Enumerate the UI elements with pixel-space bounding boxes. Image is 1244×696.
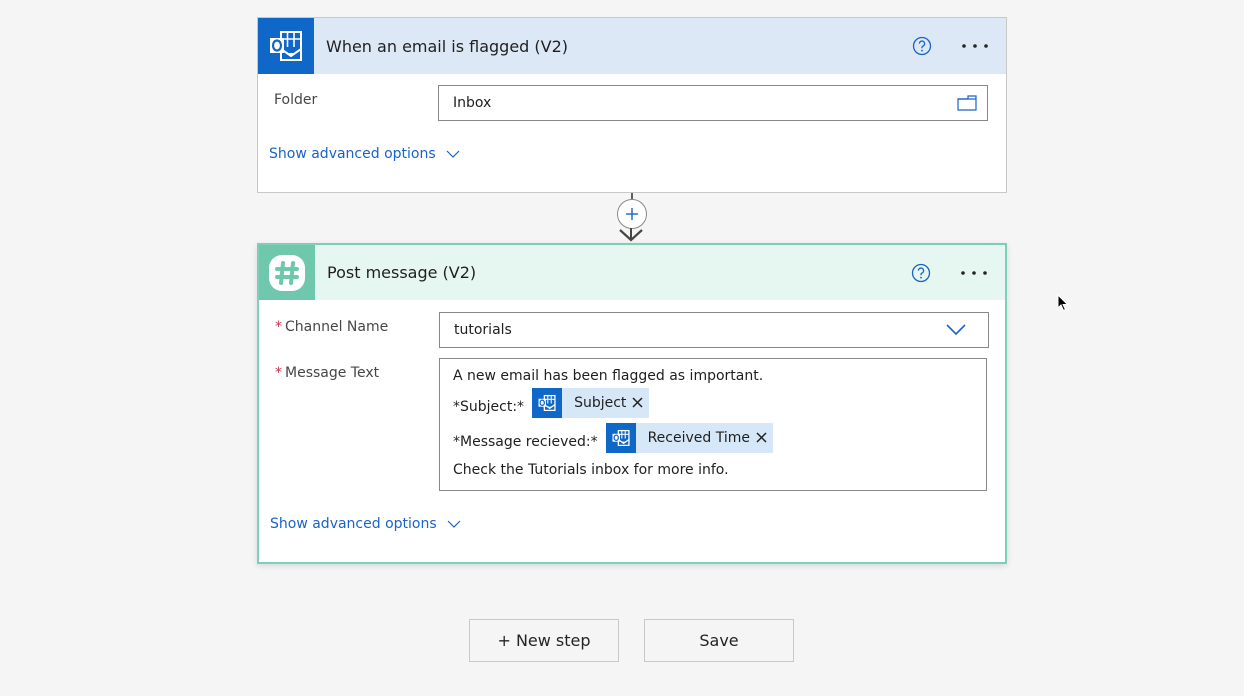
- action-title: Post message (V2): [327, 263, 477, 282]
- required-mark: *: [275, 319, 282, 335]
- action-show-advanced-options[interactable]: Show advanced options: [270, 516, 461, 532]
- help-icon[interactable]: [910, 34, 934, 58]
- outlook-icon: [605, 422, 636, 453]
- message-text-label: * Message Text: [275, 365, 380, 381]
- show-advanced-label: Show advanced options: [269, 146, 436, 162]
- trigger-card: When an email is flagged (V2) Folder Inb…: [257, 17, 1007, 193]
- save-button[interactable]: Save: [644, 619, 794, 662]
- more-options-icon[interactable]: [959, 261, 989, 285]
- message-line: *Message recieved:* Received Time: [453, 420, 973, 455]
- chevron-down-icon[interactable]: [946, 324, 966, 336]
- token-label: Subject: [574, 394, 627, 411]
- message-line: A new email has been flagged as importan…: [453, 368, 764, 384]
- plus-icon: [626, 208, 638, 220]
- trigger-header[interactable]: When an email is flagged (V2): [258, 18, 1006, 74]
- mouse-cursor-icon: [1057, 293, 1069, 316]
- insert-step-button[interactable]: [617, 199, 647, 229]
- close-icon[interactable]: [756, 432, 773, 443]
- action-card: Post message (V2) * Channel Name tutorial…: [257, 243, 1007, 564]
- required-mark: *: [275, 365, 282, 381]
- subject-token[interactable]: Subject: [532, 387, 650, 418]
- close-icon[interactable]: [632, 397, 649, 408]
- chevron-down-icon: [447, 520, 461, 528]
- message-line: Check the Tutorials inbox for more info.: [453, 462, 729, 478]
- trigger-title: When an email is flagged (V2): [326, 36, 569, 56]
- channel-name-value: tutorials: [454, 322, 512, 338]
- channel-name-label: * Channel Name: [275, 319, 389, 335]
- folder-value: Inbox: [453, 95, 492, 111]
- folder-icon[interactable]: [957, 95, 977, 111]
- trigger-show-advanced-options[interactable]: Show advanced options: [269, 146, 460, 162]
- more-options-icon[interactable]: [960, 34, 990, 58]
- help-icon[interactable]: [909, 261, 933, 285]
- new-step-button[interactable]: + New step: [469, 619, 619, 662]
- message-text-input[interactable]: A new email has been flagged as importan…: [439, 358, 987, 491]
- slack-icon: [259, 245, 315, 300]
- show-advanced-label: Show advanced options: [270, 516, 437, 532]
- folder-input[interactable]: Inbox: [438, 85, 988, 121]
- action-header[interactable]: Post message (V2): [259, 245, 1005, 300]
- outlook-icon: [532, 387, 563, 418]
- token-label: Received Time: [647, 429, 750, 446]
- chevron-down-icon: [446, 150, 460, 158]
- message-line: *Subject:* Subject: [453, 385, 973, 420]
- received-time-token[interactable]: Received Time: [605, 422, 773, 453]
- channel-name-dropdown[interactable]: tutorials: [439, 312, 989, 348]
- folder-label: Folder: [274, 92, 318, 108]
- outlook-icon: [258, 18, 314, 74]
